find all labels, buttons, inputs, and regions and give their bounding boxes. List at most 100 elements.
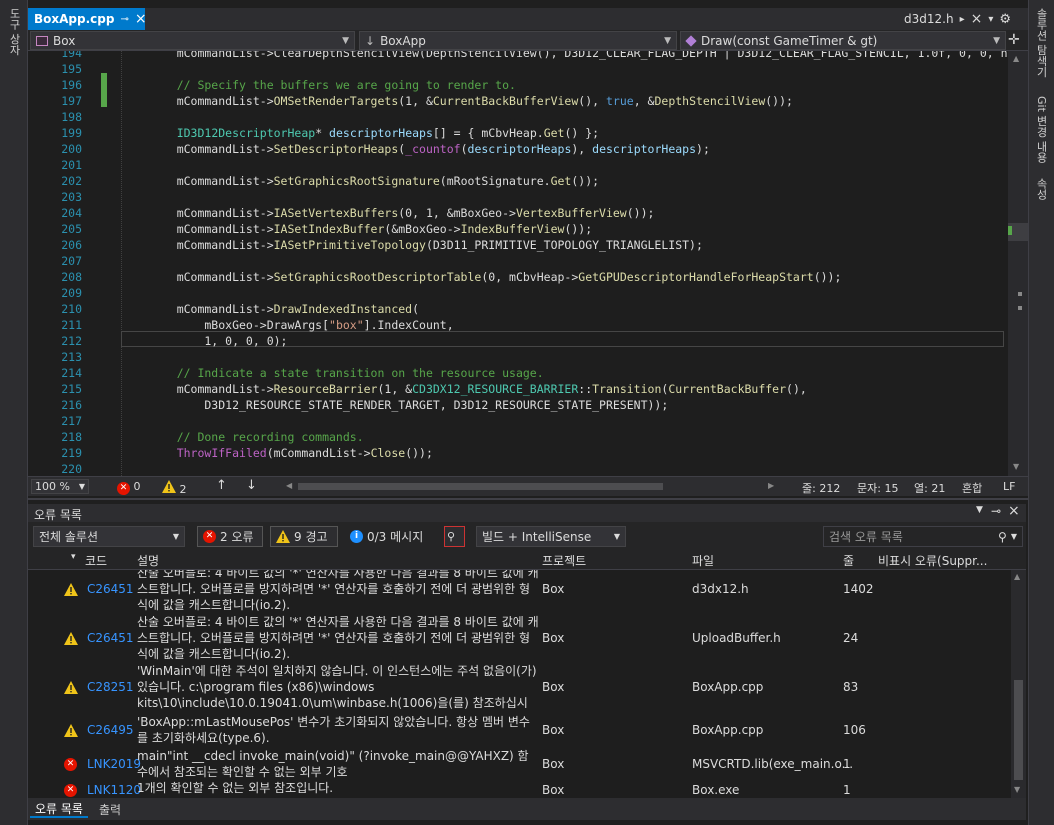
code-line[interactable]: 213 [28, 349, 1008, 365]
panel-menu-icon[interactable]: ▼ [976, 505, 983, 515]
toolbox-tab[interactable]: 도구 상자 [7, 8, 21, 56]
scroll-up-icon[interactable]: ▲ [1013, 54, 1019, 63]
warnings-filter-button[interactable]: 9 경고 [270, 526, 338, 547]
tab-output[interactable]: 출력 [94, 800, 126, 818]
errors-filter-button[interactable]: ✕ 2 오류 [197, 526, 263, 547]
code-line[interactable]: 212 1, 0, 0, 0); [28, 333, 1008, 349]
code-line[interactable]: 203 [28, 189, 1008, 205]
code-line[interactable]: 200 mCommandList->SetDescriptorHeaps(_co… [28, 141, 1008, 157]
error-code-link[interactable]: C26495 [87, 722, 134, 738]
code-line[interactable]: 215 mCommandList->ResourceBarrier(1, &CD… [28, 381, 1008, 397]
column-code[interactable]: 코드 [85, 552, 107, 569]
error-count[interactable]: ✕ 0 [117, 480, 141, 495]
code-line[interactable]: 214 // Indicate a state transition on th… [28, 365, 1008, 381]
code-line[interactable]: 217 [28, 413, 1008, 429]
scroll-down-icon[interactable]: ▼ [1014, 785, 1020, 794]
error-row[interactable]: C26451 산술 오버플로: 4 바이트 값의 '*' 연산자를 사용한 다음 … [28, 614, 1011, 662]
close-icon[interactable]: × [135, 11, 147, 27]
tab-overflow-icon[interactable]: ▾ [988, 14, 993, 25]
search-icon[interactable]: ⚲ [998, 530, 1007, 544]
project-dropdown[interactable]: Box ▼ [30, 31, 355, 50]
pin-icon[interactable]: ⊸ [120, 14, 128, 25]
tab-boxapp-cpp[interactable]: BoxApp.cpp ⊸ × [28, 8, 147, 30]
sort-icon[interactable]: ▾ [71, 552, 76, 562]
error-project: Box [542, 783, 565, 797]
scroll-up-icon[interactable]: ▲ [1014, 572, 1020, 581]
info-icon: i [350, 530, 363, 543]
split-editor-icon[interactable]: ✛ [1008, 32, 1020, 48]
code-text: mCommandList->IASetIndexBuffer(&mBoxGeo-… [149, 222, 593, 236]
code-line[interactable]: 219 ThrowIfFailed(mCommandList->Close())… [28, 445, 1008, 461]
code-line[interactable]: 202 mCommandList->SetGraphicsRootSignatu… [28, 173, 1008, 189]
code-line[interactable]: 216 D3D12_RESOURCE_STATE_RENDER_TARGET, … [28, 397, 1008, 413]
error-code-link[interactable]: C26451 [87, 630, 134, 646]
code-line[interactable]: 209 [28, 285, 1008, 301]
code-line[interactable]: 195 [28, 61, 1008, 77]
code-line[interactable]: 220 [28, 461, 1008, 476]
editor-vertical-scrollbar[interactable]: ▲ ▼ [1008, 51, 1028, 476]
class-dropdown[interactable]: ↓ BoxApp ▼ [359, 31, 677, 50]
error-code-link[interactable]: C28251 [87, 679, 134, 695]
panel-separator[interactable] [28, 496, 1028, 504]
previous-issue-icon[interactable]: ↑ [216, 478, 227, 493]
line-number: 208 [61, 270, 82, 284]
warning-count[interactable]: 2 [162, 480, 187, 496]
code-text: mBoxGeo->DrawArgs["box"].IndexCount, [149, 318, 454, 332]
error-code-link[interactable]: LNK1120 [87, 782, 141, 798]
error-row[interactable]: C26495 'BoxApp::mLastMousePos' 변수가 초기화되지 … [28, 714, 1011, 746]
line-ending-indicator[interactable]: LF [1003, 480, 1015, 493]
tab-error-list[interactable]: 오류 목록 [30, 800, 88, 818]
scroll-down-icon[interactable]: ▼ [1013, 462, 1019, 471]
code-line[interactable]: 201 [28, 157, 1008, 173]
close-icon[interactable]: × [971, 11, 983, 27]
error-row[interactable]: ✕ LNK1120 1개의 확인할 수 없는 외부 참조입니다. Box Box.exe… [28, 780, 1011, 798]
code-line[interactable]: 199 ID3D12DescriptorHeap* descriptorHeap… [28, 125, 1008, 141]
git-changes-tab[interactable]: Git 변경 내용 [1034, 96, 1048, 163]
search-errors-input[interactable]: 검색 오류 목록 ⚲ ▼ [823, 526, 1023, 547]
code-line[interactable]: 197 mCommandList->OMSetRenderTargets(1, … [28, 93, 1008, 109]
error-code-link[interactable]: C26451 [87, 581, 134, 597]
code-line[interactable]: 198 [28, 109, 1008, 125]
tab-d3d12-h[interactable]: d3d12.h ▸ × ▾ ⚙ [898, 8, 1017, 30]
code-line[interactable]: 204 mCommandList->IASetVertexBuffers(0, … [28, 205, 1008, 221]
messages-filter-button[interactable]: i 0/3 메시지 [344, 526, 436, 547]
code-line[interactable]: 211 mBoxGeo->DrawArgs["box"].IndexCount, [28, 317, 1008, 333]
scroll-left-icon[interactable]: ◀ [286, 481, 292, 490]
error-row[interactable]: ✕ LNK2019 main"int __cdecl invoke_main(voi… [28, 748, 1011, 780]
scroll-right-icon[interactable]: ▶ [768, 481, 774, 490]
build-filter-dropdown[interactable]: 빌드 + IntelliSense ▼ [476, 526, 626, 547]
code-line[interactable]: 196 // Specify the buffers we are going … [28, 77, 1008, 93]
code-line[interactable]: 210 mCommandList->DrawIndexedInstanced( [28, 301, 1008, 317]
zoom-dropdown[interactable]: 100 % ▼ [31, 479, 89, 494]
column-project[interactable]: 프로젝트 [542, 552, 586, 569]
column-suppression[interactable]: 비표시 오류(Suppr... [878, 552, 987, 569]
code-line[interactable]: 205 mCommandList->IASetIndexBuffer(&mBox… [28, 221, 1008, 237]
gear-icon[interactable]: ⚙ [999, 12, 1011, 27]
code-line[interactable]: 194 mCommandList->ClearDepthStencilView(… [28, 51, 1008, 61]
next-issue-icon[interactable]: ↓ [246, 478, 257, 493]
scroll-thumb[interactable] [1014, 680, 1023, 780]
scope-dropdown[interactable]: 전체 솔루션 ▼ [33, 526, 185, 547]
column-file[interactable]: 파일 [692, 552, 714, 569]
code-line[interactable]: 207 [28, 253, 1008, 269]
solution-explorer-tab[interactable]: 솔루션 탐색기 [1034, 8, 1048, 78]
pin-icon[interactable]: ⊸ [991, 504, 1001, 518]
error-row[interactable]: C26451 산술 오버플로: 4 바이트 값의 '*' 연산자를 사용한 다음 … [28, 570, 1011, 613]
code-editor[interactable]: 194 mCommandList->ClearDepthStencilView(… [28, 51, 1008, 476]
pin-icon[interactable]: ▸ [960, 14, 965, 25]
code-line[interactable]: 206 mCommandList->IASetPrimitiveTopology… [28, 237, 1008, 253]
filter-toggle-button[interactable]: ⚲ [444, 526, 465, 547]
error-code-link[interactable]: LNK2019 [87, 756, 141, 772]
indentation-indicator[interactable]: 혼합 [962, 480, 982, 496]
code-line[interactable]: 218 // Done recording commands. [28, 429, 1008, 445]
properties-tab[interactable]: 속성 [1034, 178, 1048, 200]
close-icon[interactable]: × [1008, 503, 1020, 519]
horizontal-scrollbar[interactable]: ◀ ▶ [286, 481, 784, 491]
error-row[interactable]: C28251 'WinMain'에 대한 주석이 일치하지 않습니다. 이 인스턴… [28, 663, 1011, 711]
column-description[interactable]: 설명 [137, 552, 159, 569]
column-line[interactable]: 줄 [843, 552, 854, 569]
code-line[interactable]: 208 mCommandList->SetGraphicsRootDescrip… [28, 269, 1008, 285]
member-dropdown[interactable]: Draw(const GameTimer & gt) ▼ [680, 31, 1006, 50]
scroll-thumb[interactable] [298, 483, 663, 490]
error-list-scrollbar[interactable]: ▲ ▼ [1011, 570, 1026, 798]
